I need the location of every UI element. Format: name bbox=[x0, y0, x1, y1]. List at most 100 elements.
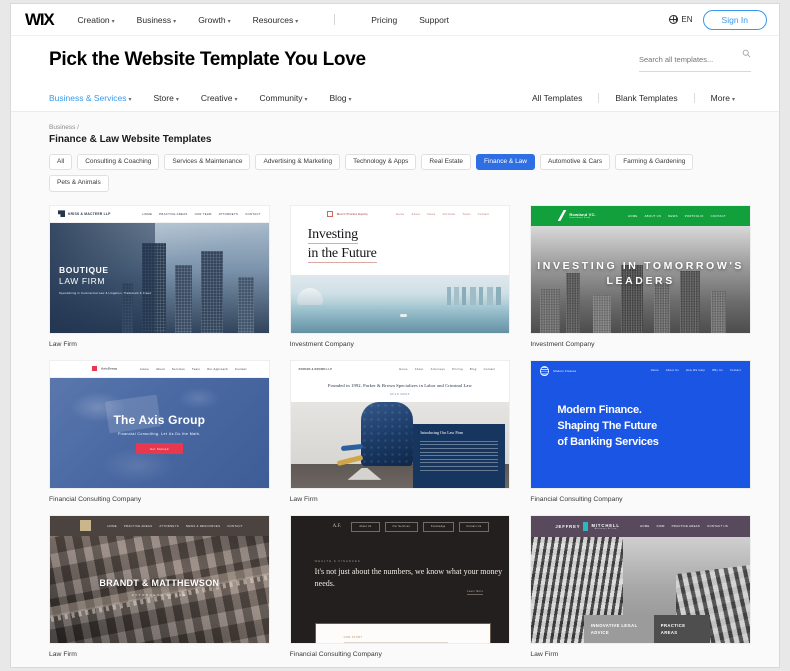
chevron-down-icon: ▾ bbox=[348, 96, 352, 103]
template-thumbnail[interactable]: AxisGroup Home About Services Team Our A… bbox=[49, 359, 270, 489]
template-card[interactable]: JEFFREY MITCHELL Attorneys At Law HOME F… bbox=[530, 514, 751, 658]
link-blank-templates[interactable]: Blank Templates bbox=[615, 93, 677, 103]
category-community[interactable]: Community ▾ bbox=[260, 93, 308, 103]
top-nav-right: EN Sign In bbox=[669, 9, 767, 30]
category-blog[interactable]: Blog ▾ bbox=[330, 93, 352, 103]
hero-text: Founded in 1992, Parker & Brown Speciali… bbox=[291, 382, 510, 397]
search-icon[interactable] bbox=[742, 49, 751, 58]
category-label: Creative bbox=[200, 92, 233, 103]
template-thumbnail[interactable]: A.F. About Us Our Services Knowledge Con… bbox=[289, 514, 511, 644]
search-input[interactable] bbox=[639, 54, 731, 64]
menu-item: Blog bbox=[469, 367, 477, 372]
hero-headline-1: Modern Finance. bbox=[557, 403, 642, 416]
template-label: Law Firm bbox=[49, 340, 77, 348]
brand-wrap: Rowland VC. Investment Fund bbox=[559, 210, 596, 221]
chip-finance-law[interactable]: Finance & Law bbox=[476, 154, 535, 171]
hero-cta-button: Get Started bbox=[135, 443, 183, 455]
hero-headline: Founded in 1992, Parker & Brown Speciali… bbox=[328, 382, 472, 388]
badge-innovative-legal-advice: INNOVATIVE LEGAL ADVICE bbox=[583, 615, 654, 643]
link-all-templates[interactable]: All Templates bbox=[532, 93, 582, 103]
nav-item-creation[interactable]: Creation ▾ bbox=[78, 15, 115, 25]
more-label: More bbox=[710, 92, 730, 103]
mini-site-nav: A.F. About Us Our Services Knowledge Con… bbox=[291, 516, 510, 538]
nav-label: Growth bbox=[198, 14, 226, 25]
chip-real-estate[interactable]: Real Estate bbox=[421, 154, 471, 171]
chip-all[interactable]: All bbox=[49, 154, 73, 171]
brand-text: Rowland VC. Investment Fund bbox=[569, 212, 596, 219]
chevron-down-icon: ▾ bbox=[175, 96, 179, 103]
brand-mark-icon bbox=[583, 521, 589, 531]
menu-item: CONTACT bbox=[245, 211, 261, 216]
menu-item: CONTACT bbox=[710, 213, 726, 218]
template-card[interactable]: AxisGroup Home About Services Team Our A… bbox=[49, 359, 270, 503]
link-more[interactable]: More ▾ bbox=[711, 93, 735, 103]
template-label: Law Firm bbox=[530, 650, 559, 658]
hero-text: BOUTIQUE LAW FIRM Specializing in Commer… bbox=[59, 265, 151, 296]
divider bbox=[693, 92, 695, 103]
brand-mark-icon bbox=[92, 366, 97, 372]
nav-item-pricing[interactable]: Pricing bbox=[371, 15, 397, 25]
template-card[interactable]: HOME PRACTICE AREAS ATTORNEYS NEWS & RES… bbox=[49, 514, 270, 658]
brand-text-wrap: MITCHELL Attorneys At Law bbox=[591, 523, 619, 530]
menu-item: NEWS & RESOURCES bbox=[185, 523, 221, 528]
template-thumbnail[interactable]: JEFFREY MITCHELL Attorneys At Law HOME F… bbox=[530, 514, 751, 644]
hero-subtext: Financial Consulting. Let Us Do the Math… bbox=[117, 432, 201, 437]
river bbox=[290, 304, 510, 333]
template-thumbnail[interactable]: Merril Private Equity Home About News Po… bbox=[289, 204, 511, 334]
leather-chair bbox=[360, 401, 413, 466]
chip-technology-apps[interactable]: Technology & Apps bbox=[345, 154, 417, 171]
chip-automotive-cars[interactable]: Automotive & Cars bbox=[540, 154, 611, 171]
category-creative[interactable]: Creative ▾ bbox=[201, 93, 238, 103]
menu-item: HOME bbox=[107, 523, 117, 528]
category-bar: Business & Services ▾ Store ▾ Creative ▾ Co… bbox=[11, 84, 779, 112]
hero-image: Founded in 1992, Parker & Brown Speciali… bbox=[290, 377, 510, 488]
category-business-services[interactable]: Business & Services ▾ bbox=[49, 93, 132, 103]
menu-item: Team bbox=[192, 366, 201, 371]
language-selector[interactable]: EN bbox=[669, 14, 693, 24]
nav-item-resources[interactable]: Resources ▾ bbox=[253, 15, 299, 25]
menu-item: About Us bbox=[665, 369, 679, 373]
menu-item: ABOUT US bbox=[644, 213, 662, 218]
template-thumbnail[interactable]: Modern Finance Home About Us How We Help… bbox=[530, 359, 751, 489]
hero-cta-link: Learn More bbox=[467, 590, 484, 596]
wix-logo[interactable]: WIX bbox=[25, 10, 55, 30]
brand-wrap: AxisGroup bbox=[92, 366, 117, 372]
intro-panel: Introducing Our Law Firm bbox=[413, 423, 506, 488]
template-thumbnail[interactable]: Rowland VC. Investment Fund HOME ABOUT U… bbox=[530, 204, 751, 334]
category-store[interactable]: Store ▾ bbox=[154, 93, 179, 103]
nav-item-growth[interactable]: Growth ▾ bbox=[198, 15, 230, 25]
chip-services-maintenance[interactable]: Services & Maintenance bbox=[164, 154, 251, 171]
template-card[interactable]: A.F. About Us Our Services Knowledge Con… bbox=[289, 514, 511, 658]
brand-wrap: JEFFREY MITCHELL Attorneys At Law bbox=[555, 521, 620, 531]
hero-image bbox=[290, 274, 510, 333]
page-title: Pick the Website Template You Love bbox=[49, 49, 366, 70]
menu-item: Our Approach bbox=[207, 366, 228, 371]
template-card[interactable]: Rowland VC. Investment Fund HOME ABOUT U… bbox=[530, 204, 751, 348]
nav-item-support[interactable]: Support bbox=[419, 15, 449, 25]
breadcrumb[interactable]: Business / bbox=[49, 124, 751, 131]
mini-site-logo: A.F. bbox=[332, 524, 342, 530]
chip-farming-gardening[interactable]: Farming & Gardening bbox=[615, 154, 694, 171]
template-card[interactable]: Modern Finance Home About Us How We Help… bbox=[530, 359, 751, 503]
mini-site-logo: KRISS & MACTEER LLP bbox=[68, 211, 111, 216]
menu-item: Attorneys bbox=[430, 367, 446, 372]
menu-item: Home bbox=[399, 367, 408, 372]
chip-advertising-marketing[interactable]: Advertising & Marketing bbox=[255, 154, 341, 171]
chevron-down-icon: ▾ bbox=[234, 96, 238, 103]
chip-consulting-coaching[interactable]: Consulting & Coaching bbox=[77, 154, 160, 171]
category-label: Community bbox=[259, 92, 303, 103]
hero-badges: INNOVATIVE LEGAL ADVICE PRACTICE AREAS bbox=[583, 615, 710, 643]
mini-site-menu: Home About Us How We Help Why Us Contact bbox=[651, 369, 741, 372]
title-band: Pick the Website Template You Love bbox=[11, 36, 779, 84]
sign-in-button[interactable]: Sign In bbox=[702, 9, 767, 30]
menu-item: Why Us bbox=[712, 369, 723, 373]
chip-pets-animals[interactable]: Pets & Animals bbox=[49, 175, 109, 192]
template-card[interactable]: KRISS & MACTEER LLP HOME PRACTICE AREAS … bbox=[49, 204, 270, 348]
hero-headline-2: LAW FIRM bbox=[59, 275, 106, 286]
nav-item-business[interactable]: Business ▾ bbox=[137, 15, 177, 25]
template-thumbnail[interactable]: PARKER & BROWN LLP Home About Attorneys … bbox=[289, 359, 511, 489]
template-card[interactable]: Merril Private Equity Home About News Po… bbox=[289, 204, 511, 348]
template-thumbnail[interactable]: KRISS & MACTEER LLP HOME PRACTICE AREAS … bbox=[49, 204, 270, 334]
template-card[interactable]: PARKER & BROWN LLP Home About Attorneys … bbox=[289, 359, 511, 503]
template-thumbnail[interactable]: HOME PRACTICE AREAS ATTORNEYS NEWS & RES… bbox=[49, 514, 270, 644]
